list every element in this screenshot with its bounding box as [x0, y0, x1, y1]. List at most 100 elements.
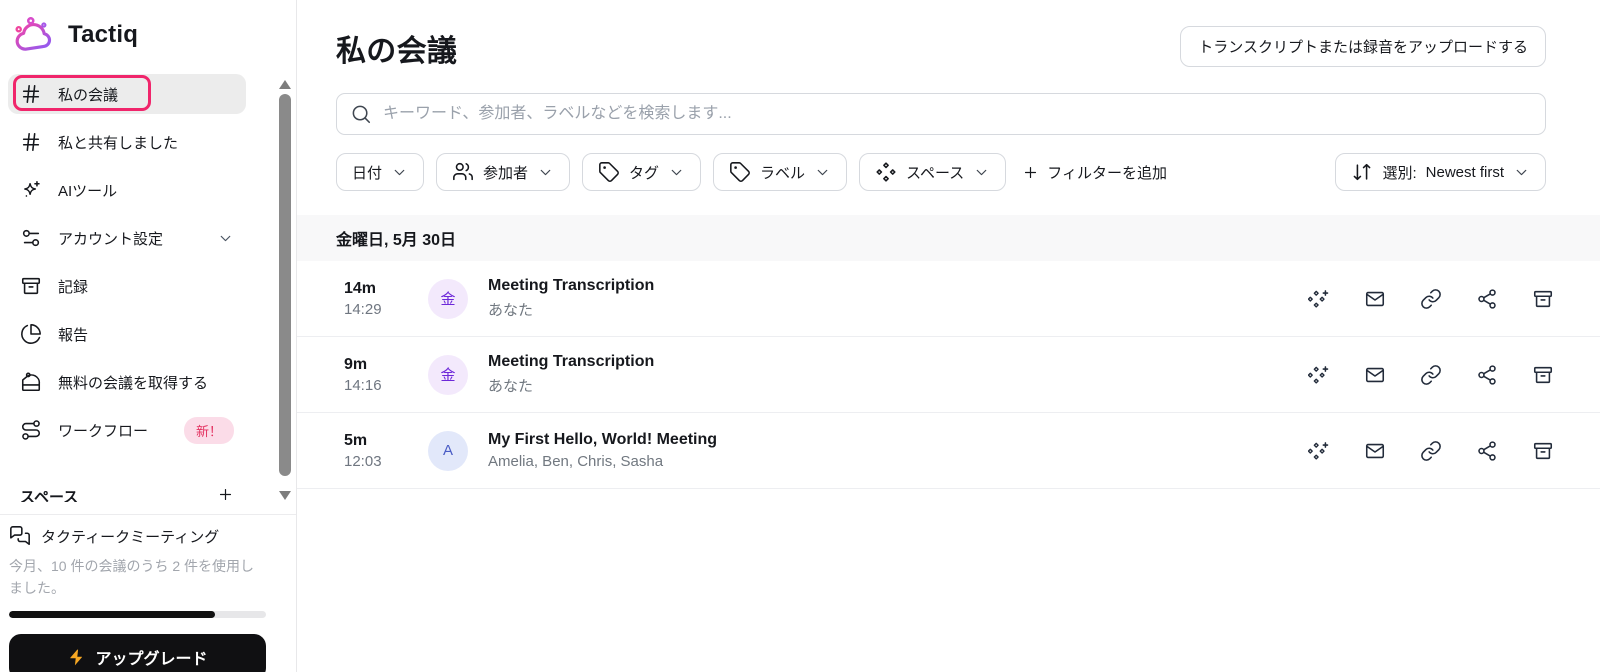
- meeting-row[interactable]: 9m 14:16 金 Meeting Transcription あなた: [297, 337, 1600, 413]
- ai-tools-action-button[interactable]: [1308, 288, 1330, 310]
- sort-value: Newest first: [1426, 164, 1504, 181]
- tag-icon: [729, 161, 751, 183]
- mail-icon: [1364, 288, 1386, 310]
- share-action-button[interactable]: [1476, 440, 1498, 462]
- meeting-duration: 9m: [344, 356, 428, 374]
- labels-filter-button[interactable]: ラベル: [713, 153, 847, 191]
- scroll-up-arrow[interactable]: [279, 80, 291, 89]
- share-action-button[interactable]: [1476, 364, 1498, 386]
- participants-filter-label: 参加者: [483, 162, 528, 183]
- archive-action-button[interactable]: [1532, 440, 1554, 462]
- archive-action-button[interactable]: [1532, 288, 1554, 310]
- copy-link-action-button[interactable]: [1420, 440, 1442, 462]
- main-header: 私の会議 トランスクリプトまたは録音をアップロードする: [297, 0, 1600, 70]
- app-logo[interactable]: Tactiq: [0, 0, 296, 58]
- sidebar-spaces-heading[interactable]: スペース: [8, 486, 246, 502]
- add-filter-label: フィルターを追加: [1047, 162, 1167, 183]
- share-icon: [1476, 440, 1498, 462]
- email-action-button[interactable]: [1364, 440, 1386, 462]
- usage-text: 今月、10 件の会議のうち 2 件を使用しました。: [9, 556, 267, 599]
- ai-sparkle-plus-icon: [1308, 288, 1330, 310]
- meeting-participants: あなた: [488, 375, 654, 396]
- email-action-button[interactable]: [1364, 288, 1386, 310]
- meeting-title[interactable]: Meeting Transcription: [488, 353, 654, 371]
- archive-icon: [1532, 364, 1554, 386]
- users-icon: [452, 161, 474, 183]
- meeting-row[interactable]: 14m 14:29 金 Meeting Transcription あなた: [297, 261, 1600, 337]
- row-actions: [1308, 440, 1554, 462]
- sparkles-icon: [20, 179, 42, 201]
- sidebar-item-label: 無料の会議を取得する: [58, 372, 208, 393]
- tags-filter-button[interactable]: タグ: [582, 153, 701, 191]
- share-action-button[interactable]: [1476, 288, 1498, 310]
- meeting-start-time: 12:03: [344, 453, 428, 470]
- meeting-info: Meeting Transcription あなた: [488, 277, 654, 320]
- meeting-duration: 14m: [344, 280, 428, 298]
- sidebar-item-label: AIツール: [58, 180, 117, 201]
- plan-title-row: タクティークミーティング: [9, 525, 266, 547]
- pie-chart-icon: [20, 323, 42, 345]
- archive-icon: [20, 275, 42, 297]
- search-input[interactable]: [336, 93, 1546, 135]
- tactiq-cloud-icon: [14, 17, 58, 53]
- share-icon: [1476, 288, 1498, 310]
- participants-filter-button[interactable]: 参加者: [436, 153, 570, 191]
- meeting-title[interactable]: Meeting Transcription: [488, 277, 654, 295]
- meeting-participants: Amelia, Ben, Chris, Sasha: [488, 453, 717, 470]
- copy-link-action-button[interactable]: [1420, 364, 1442, 386]
- avatar: 金: [428, 279, 468, 319]
- usage-progress-track: [9, 611, 266, 618]
- upgrade-button[interactable]: アップグレード: [9, 634, 266, 672]
- sidebar-scrollbar[interactable]: [278, 80, 292, 500]
- sidebar-item-recordings[interactable]: 記録: [8, 266, 246, 306]
- ai-tools-action-button[interactable]: [1308, 364, 1330, 386]
- plan-panel: タクティークミーティング 今月、10 件の会議のうち 2 件を使用しました。 ア…: [0, 514, 296, 672]
- add-filter-button[interactable]: フィルターを追加: [1018, 162, 1171, 183]
- sidebar-nav: 私の会議 私と共有しました AIツール アカウント設定 記録 報告: [0, 74, 296, 502]
- meeting-row[interactable]: 5m 12:03 A My First Hello, World! Meetin…: [297, 413, 1600, 489]
- ai-tools-action-button[interactable]: [1308, 440, 1330, 462]
- tags-filter-label: タグ: [629, 162, 659, 183]
- sidebar-item-label: 私の会議: [58, 84, 118, 105]
- sidebar-item-my-meetings[interactable]: 私の会議: [8, 74, 246, 114]
- spaces-filter-button[interactable]: スペース: [859, 153, 1006, 191]
- archive-action-button[interactable]: [1532, 364, 1554, 386]
- chevron-down-icon: [814, 164, 831, 181]
- meeting-title[interactable]: My First Hello, World! Meeting: [488, 431, 717, 449]
- sidebar-item-shared-with-me[interactable]: 私と共有しました: [8, 122, 246, 162]
- scroll-down-arrow[interactable]: [279, 491, 291, 500]
- link-icon: [1420, 288, 1442, 310]
- ai-sparkle-plus-icon: [1308, 440, 1330, 462]
- mail-icon: [1364, 364, 1386, 386]
- spaces-diamonds-icon: [875, 161, 897, 183]
- plus-icon: [1022, 164, 1039, 181]
- sidebar-item-ai-tools[interactable]: AIツール: [8, 170, 246, 210]
- sidebar-item-label: アカウント設定: [58, 228, 163, 249]
- usage-progress-fill: [9, 611, 215, 618]
- app-name: Tactiq: [68, 21, 138, 49]
- upgrade-label: アップグレード: [95, 645, 207, 669]
- workflow-icon: [20, 419, 42, 441]
- sidebar-item-get-free-meetings[interactable]: 無料の会議を取得する: [8, 362, 246, 402]
- scrollbar-thumb[interactable]: [279, 94, 291, 476]
- sidebar-item-account-settings[interactable]: アカウント設定: [8, 218, 246, 258]
- meeting-time-column: 5m 12:03: [344, 432, 428, 470]
- copy-link-action-button[interactable]: [1420, 288, 1442, 310]
- email-action-button[interactable]: [1364, 364, 1386, 386]
- sort-arrows-icon: [1351, 161, 1373, 183]
- date-filter-button[interactable]: 日付: [336, 153, 424, 191]
- sort-button[interactable]: 選別: Newest first: [1335, 153, 1546, 191]
- sidebar-item-label: 私と共有しました: [58, 132, 178, 153]
- main-content: 私の会議 トランスクリプトまたは録音をアップロードする 日付 参加者 タグ: [297, 0, 1600, 672]
- meeting-participants: あなた: [488, 299, 654, 320]
- app-window: Tactiq 私の会議 私と共有しました AIツール アカウント設定: [0, 0, 1600, 672]
- row-actions: [1308, 288, 1554, 310]
- upload-transcript-button[interactable]: トランスクリプトまたは録音をアップロードする: [1180, 26, 1546, 67]
- archive-icon: [1532, 288, 1554, 310]
- add-space-icon[interactable]: [217, 486, 234, 502]
- sidebar-item-reports[interactable]: 報告: [8, 314, 246, 354]
- sidebar-item-workflows[interactable]: ワークフロー 新！: [8, 410, 246, 450]
- search-bar: [336, 93, 1546, 135]
- plan-name: タクティークミーティング: [41, 526, 219, 547]
- mail-icon: [1364, 440, 1386, 462]
